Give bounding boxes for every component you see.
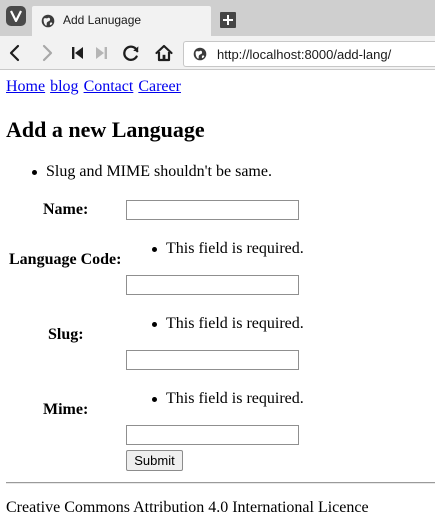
nav-link-blog[interactable]: blog: [50, 78, 78, 95]
form-notes: Slug and MIME shouldn't be same.: [32, 163, 272, 181]
url-text[interactable]: http://localhost:8000/add-lang/: [217, 47, 391, 62]
plus-icon: [223, 15, 233, 25]
forward-arrow-icon[interactable]: [38, 44, 56, 62]
error-item: This field is required.: [152, 240, 304, 257]
tab-title: Add Lanugage: [63, 13, 142, 27]
nav-link-home[interactable]: Home: [6, 78, 45, 95]
globe-icon: [41, 14, 55, 28]
active-tab[interactable]: Add Lanugage: [32, 6, 211, 36]
site-globe-icon: [193, 47, 207, 61]
language-code-input[interactable]: [126, 275, 299, 295]
top-nav: Home blog Contact Career: [6, 78, 182, 96]
browser-tab-bar: Add Lanugage: [0, 0, 435, 36]
slug-errors: This field is required.: [152, 315, 304, 333]
mime-errors: This field is required.: [152, 390, 304, 408]
vivaldi-logo-icon[interactable]: [6, 6, 26, 26]
mime-label: Mime:: [43, 401, 89, 418]
nav-link-contact[interactable]: Contact: [84, 78, 134, 95]
footer-licence: Creative Commons Attribution 4.0 Interna…: [6, 499, 369, 516]
new-tab-button[interactable]: [220, 12, 236, 28]
submit-button[interactable]: Submit: [126, 450, 183, 471]
name-label: Name:: [43, 201, 89, 218]
language-code-errors: This field is required.: [152, 240, 304, 258]
page-title: Add a new Language: [6, 117, 205, 142]
error-item: This field is required.: [152, 390, 304, 407]
mime-input[interactable]: [126, 425, 299, 445]
slug-input[interactable]: [126, 350, 299, 370]
rewind-icon[interactable]: [69, 44, 87, 62]
address-bar[interactable]: http://localhost:8000/add-lang/: [183, 41, 435, 67]
fast-forward-icon[interactable]: [92, 44, 110, 62]
slug-label: Slug:: [48, 326, 84, 343]
nav-link-career[interactable]: Career: [138, 78, 181, 95]
back-arrow-icon[interactable]: [6, 44, 24, 62]
reload-icon[interactable]: [121, 43, 141, 63]
language-code-label: Language Code:: [9, 251, 122, 268]
error-item: This field is required.: [152, 315, 304, 332]
name-input[interactable]: [126, 200, 299, 220]
note-item: Slug and MIME shouldn't be same.: [32, 163, 272, 180]
page-content: Home blog Contact Career Add a new Langu…: [0, 70, 435, 529]
home-icon[interactable]: [154, 43, 174, 63]
footer-divider: [6, 482, 435, 484]
